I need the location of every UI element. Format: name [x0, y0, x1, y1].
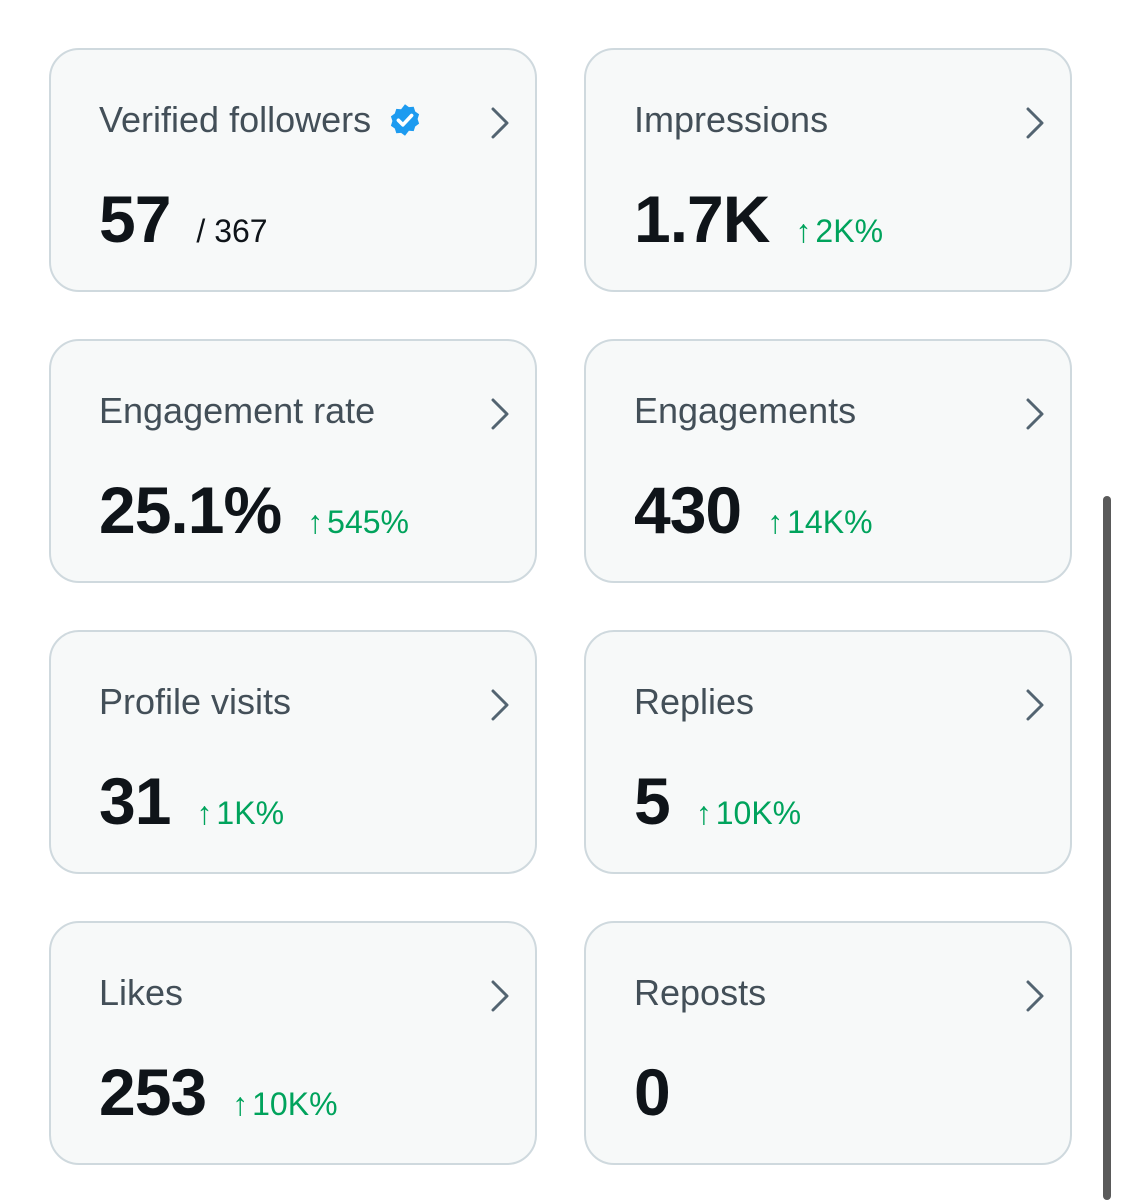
metric-change: ↑ 10K%: [696, 795, 801, 832]
metric-title-row: Replies: [634, 680, 754, 724]
chevron-right-icon: [491, 689, 509, 721]
metric-title: Profile visits: [99, 681, 292, 722]
chevron-right-icon: [1026, 398, 1044, 430]
analytics-metrics-grid: Verified followers 57 / 367 Impressions …: [49, 48, 1072, 1165]
metric-card-profile-visits[interactable]: Profile visits 31 ↑ 1K%: [49, 630, 537, 874]
metric-title-row: Verified followers: [99, 98, 423, 142]
arrow-up-icon: ↑: [695, 795, 712, 831]
chevron-right-icon: [1026, 107, 1044, 139]
metric-value-row: 25.1% ↑ 545%: [99, 471, 409, 549]
metric-title: Reposts: [634, 972, 767, 1013]
metric-card-engagements[interactable]: Engagements 430 ↑ 14K%: [584, 339, 1072, 583]
metric-value-row: 1.7K ↑ 2K%: [634, 180, 883, 258]
arrow-up-icon: ↑: [307, 504, 324, 540]
metric-card-engagement-rate[interactable]: Engagement rate 25.1% ↑ 545%: [49, 339, 537, 583]
metric-value: 430: [634, 473, 742, 547]
metric-change: ↑ 14K%: [767, 504, 872, 541]
metric-change: ↑ 545%: [307, 504, 409, 541]
metric-value: 57: [99, 182, 171, 256]
metric-value: 0: [634, 1055, 671, 1129]
metric-change-value: 1K%: [216, 795, 285, 831]
metric-title-row: Engagement rate: [99, 389, 375, 433]
chevron-right-icon: [1026, 689, 1044, 721]
metric-title-row: Reposts: [634, 971, 766, 1015]
arrow-up-icon: ↑: [232, 1086, 249, 1122]
metric-value-row: 31 ↑ 1K%: [99, 762, 284, 840]
arrow-up-icon: ↑: [767, 504, 784, 540]
metric-value: 5: [634, 764, 671, 838]
metric-title: Impressions: [634, 99, 829, 140]
metric-value: 25.1%: [99, 473, 282, 547]
metric-title-row: Likes: [99, 971, 183, 1015]
metric-card-impressions[interactable]: Impressions 1.7K ↑ 2K%: [584, 48, 1072, 292]
chevron-right-icon: [491, 107, 509, 139]
metric-value-row: 57 / 367: [99, 180, 268, 258]
arrow-up-icon: ↑: [795, 213, 812, 249]
metric-value-row: 0: [634, 1053, 671, 1131]
metric-card-replies[interactable]: Replies 5 ↑ 10K%: [584, 630, 1072, 874]
metric-value: 31: [99, 764, 171, 838]
metric-change-value: 10K%: [715, 795, 802, 831]
metric-change: ↑ 10K%: [232, 1086, 337, 1123]
metric-value: 253: [99, 1055, 207, 1129]
metric-card-reposts[interactable]: Reposts 0: [584, 921, 1072, 1165]
metric-value: 1.7K: [634, 182, 770, 256]
verified-badge-icon: [391, 104, 420, 136]
arrow-up-icon: ↑: [196, 795, 213, 831]
metric-title: Replies: [634, 681, 755, 722]
metric-value-row: 430 ↑ 14K%: [634, 471, 873, 549]
metric-title-row: Engagements: [634, 389, 856, 433]
metric-title: Likes: [99, 972, 184, 1013]
metric-value-row: 5 ↑ 10K%: [634, 762, 801, 840]
metric-value-row: 253 ↑ 10K%: [99, 1053, 338, 1131]
metric-title-row: Profile visits: [99, 680, 291, 724]
metric-card-likes[interactable]: Likes 253 ↑ 10K%: [49, 921, 537, 1165]
metric-change-value: 10K%: [252, 1086, 338, 1122]
chevron-right-icon: [491, 980, 509, 1012]
metric-change: ↑ 1K%: [196, 795, 284, 832]
metric-title: Engagement rate: [99, 390, 376, 431]
metric-change-value: 2K%: [815, 213, 884, 249]
metric-change-value: 545%: [327, 504, 409, 540]
scrollbar[interactable]: [1103, 496, 1111, 1200]
metric-title-row: Impressions: [634, 98, 828, 142]
chevron-right-icon: [1026, 980, 1044, 1012]
chevron-right-icon: [491, 398, 509, 430]
metric-change: ↑ 2K%: [795, 213, 883, 250]
metric-title: Verified followers: [99, 99, 372, 140]
metric-title: Engagements: [634, 390, 857, 431]
metric-change-value: 14K%: [787, 504, 873, 540]
metric-card-verified-followers[interactable]: Verified followers 57 / 367: [49, 48, 537, 292]
metric-total: / 367: [196, 213, 268, 249]
